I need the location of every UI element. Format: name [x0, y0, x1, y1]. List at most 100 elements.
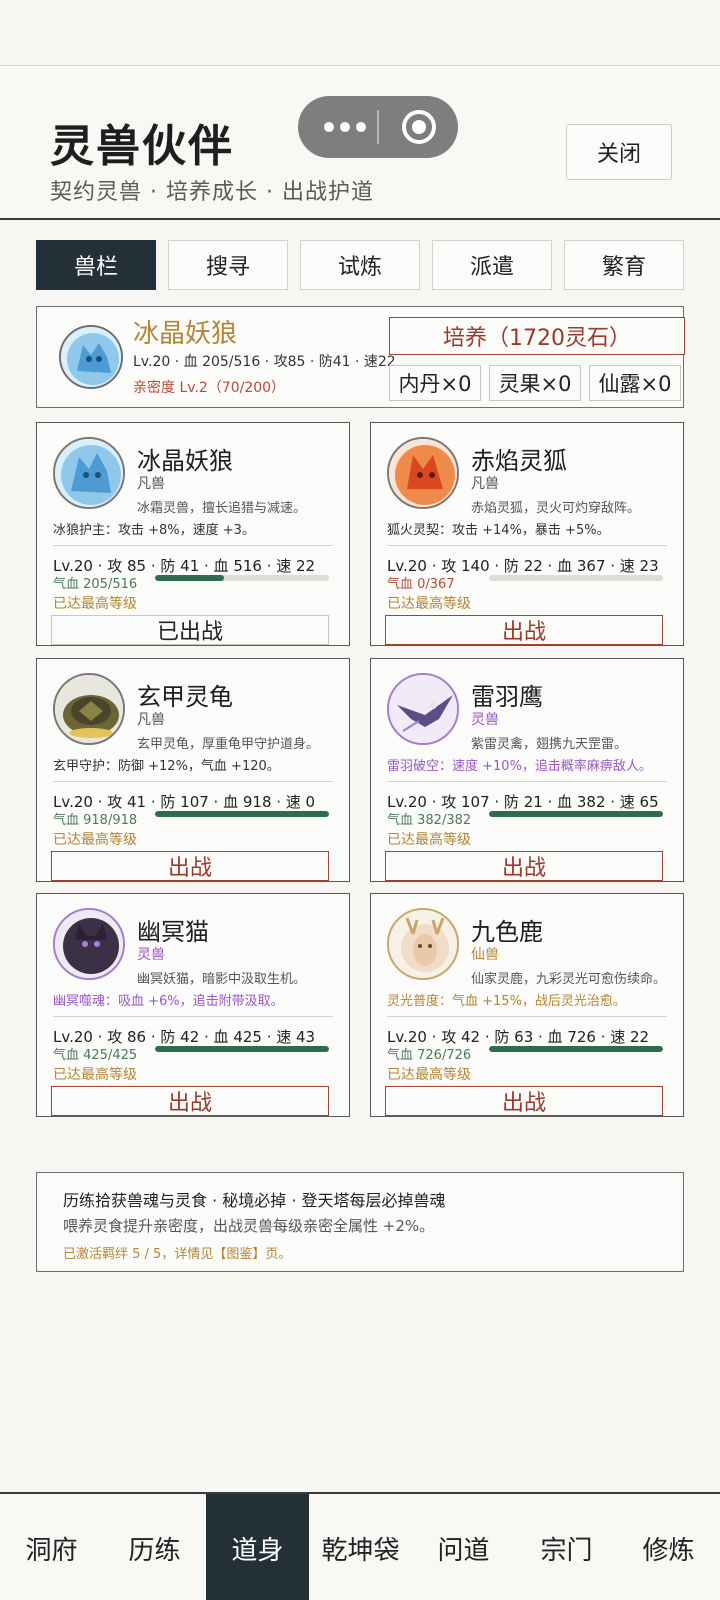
- close-button[interactable]: 关闭: [566, 124, 672, 180]
- notice-bond-info: 已激活羁绊 5 / 5，详情见【图鉴】页。: [63, 1247, 292, 1262]
- notice-feed-info: 喂养灵食提升亲密度，出战灵兽每级亲密全属性 +2%。: [63, 1217, 435, 1235]
- deploy-button[interactable]: 出战: [51, 1086, 329, 1116]
- pet-skill: 灵光普度：气血 +15%，战后灵光治愈。: [387, 994, 626, 1009]
- pet-card[interactable]: 幽冥猫 灵兽 幽冥妖猫，暗影中汲取生机。 幽冥噬魂：吸血 +6%，追击附带汲取。 Lv.…: [36, 893, 350, 1117]
- close-miniprogram-icon[interactable]: [402, 110, 436, 144]
- pet-description: 紫雷灵禽，翅携九天罡雷。: [471, 737, 628, 752]
- pet-rank: 灵兽: [471, 712, 499, 728]
- hp-bar: [489, 811, 663, 817]
- hp-bar-fill: [155, 811, 329, 817]
- card-divider: [387, 1016, 667, 1017]
- pet-card[interactable]: 玄甲灵龟 凡兽玄甲灵龟，厚重龟甲守护道身。玄甲守护：防御 +12%，气血 +120…: [36, 658, 350, 882]
- pet-name: 玄甲灵龟: [137, 683, 233, 711]
- pet-skill: 雷羽破空：速度 +10%，追击概率麻痹敌人。: [387, 759, 652, 774]
- deploy-button[interactable]: 出战: [51, 851, 329, 881]
- capsule-divider: [377, 110, 379, 144]
- summary-affinity: 亲密度 Lv.2（70/200）: [133, 380, 286, 396]
- pet-skill: 玄甲守护：防御 +12%，气血 +120。: [53, 759, 280, 774]
- pet-hp: 气血 205/516: [53, 577, 138, 592]
- hp-bar-fill: [155, 575, 225, 581]
- pet-description: 玄甲灵龟，厚重龟甲守护道身。: [137, 737, 320, 752]
- hp-bar: [155, 1046, 329, 1052]
- bottom-nav: 洞府 历练 道身 乾坤袋 问道 宗门 修炼: [0, 1492, 720, 1600]
- pet-card[interactable]: 冰晶妖狼 凡兽 冰霜灵兽，擅长追猎与减速。 冰狼护主：攻击 +8%，速度 +3。 Lv.…: [36, 422, 350, 646]
- page-subtitle: 契约灵兽 · 培养成长 · 出战护道: [50, 180, 374, 205]
- pet-card[interactable]: 赤焰灵狐 凡兽 赤焰灵狐，灵火可灼穿敌阵。 狐火灵契：攻击 +14%，暴击 +5%。 L…: [370, 422, 684, 646]
- train-button[interactable]: 培养（1720灵石）: [389, 317, 685, 355]
- pet-description: 冰霜灵兽，擅长追猎与减速。: [137, 501, 307, 516]
- tab-trial[interactable]: 试炼: [300, 240, 420, 290]
- max-level-label: 已达最高等级: [53, 832, 137, 848]
- tab-search[interactable]: 搜寻: [168, 240, 288, 290]
- pet-card[interactable]: 九色鹿 仙兽 仙家灵鹿，九彩灵光可愈伤续命。 灵光普度：气血 +15%，战后灵光治愈。…: [370, 893, 684, 1117]
- pet-rank: 凡兽: [137, 476, 165, 492]
- nav-cultivate[interactable]: 修炼: [617, 1494, 720, 1600]
- hp-bar-fill: [489, 811, 663, 817]
- hp-bar-fill: [155, 1046, 329, 1052]
- turtle-icon: [53, 673, 125, 745]
- hp-bar: [155, 575, 329, 581]
- nav-training[interactable]: 历练: [103, 1494, 206, 1600]
- tab-dispatch[interactable]: 派遣: [432, 240, 552, 290]
- pet-description: 幽冥妖猫，暗影中汲取生机。: [137, 972, 307, 987]
- pet-hp: 气血 918/918: [53, 813, 138, 828]
- pet-rank: 凡兽: [137, 712, 165, 728]
- pet-hp: 气血 0/367: [387, 577, 455, 592]
- active-pet-summary: 冰晶妖狼 Lv.20 · 血 205/516 · 攻85 · 防41 · 速22…: [36, 306, 685, 408]
- pet-name: 雷羽鹰: [471, 683, 543, 711]
- deploy-button[interactable]: 出战: [385, 615, 663, 645]
- pet-hp: 气血 382/382: [387, 813, 472, 828]
- page-title: 灵兽伙伴: [50, 121, 234, 172]
- max-level-label: 已达最高等级: [387, 832, 471, 848]
- nav-wendao[interactable]: 问道: [412, 1494, 515, 1600]
- card-divider: [53, 781, 333, 782]
- pet-name: 冰晶妖狼: [137, 447, 233, 475]
- nav-sect[interactable]: 宗门: [515, 1494, 618, 1600]
- deploy-button[interactable]: 出战: [385, 851, 663, 881]
- eagle-icon: [387, 673, 459, 745]
- hp-bar: [489, 1046, 663, 1052]
- summary-pet-name: 冰晶妖狼: [133, 319, 238, 349]
- pet-skill: 狐火灵契：攻击 +14%，暴击 +5%。: [387, 523, 610, 538]
- pet-name: 九色鹿: [471, 918, 543, 946]
- deploy-button[interactable]: 出战: [385, 1086, 663, 1116]
- max-level-label: 已达最高等级: [53, 1067, 137, 1083]
- fox-icon: [387, 437, 459, 509]
- pet-name: 赤焰灵狐: [471, 447, 567, 475]
- pet-hp: 气血 425/425: [53, 1048, 138, 1063]
- pet-skill: 冰狼护主：攻击 +8%，速度 +3。: [53, 523, 255, 538]
- item-fruit-chip[interactable]: 灵果×0: [489, 365, 581, 401]
- info-notice: 历练拾获兽魂与灵食 · 秘境必掉 · 登天塔每层必掉兽魂 喂养灵食提升亲密度，出…: [36, 1172, 684, 1272]
- deployed-button[interactable]: 已出战: [51, 615, 329, 645]
- status-bar: [0, 0, 720, 66]
- tab-breed[interactable]: 繁育: [564, 240, 684, 290]
- card-divider: [53, 1016, 333, 1017]
- pet-description: 赤焰灵狐，灵火可灼穿敌阵。: [471, 501, 641, 516]
- pet-rank: 凡兽: [471, 476, 499, 492]
- summary-pet-stats: Lv.20 · 血 205/516 · 攻85 · 防41 · 速22: [133, 354, 396, 370]
- item-core-chip[interactable]: 内丹×0: [389, 365, 481, 401]
- hp-bar: [489, 575, 663, 581]
- wolf-icon: [59, 325, 123, 389]
- nav-cave[interactable]: 洞府: [0, 1494, 103, 1600]
- miniprogram-capsule: [298, 96, 458, 158]
- pet-card[interactable]: 雷羽鹰 灵兽 紫雷灵禽，翅携九天罡雷。 雷羽破空：速度 +10%，追击概率麻痹敌人。 L…: [370, 658, 684, 882]
- hp-bar: [155, 811, 329, 817]
- item-dew-chip[interactable]: 仙露×0: [589, 365, 681, 401]
- nav-daoshen[interactable]: 道身: [206, 1494, 309, 1600]
- page-header: 灵兽伙伴 契约灵兽 · 培养成长 · 出战护道 关闭: [0, 66, 720, 220]
- card-divider: [387, 781, 667, 782]
- max-level-label: 已达最高等级: [387, 596, 471, 612]
- tab-pen[interactable]: 兽栏: [36, 240, 156, 290]
- more-icon[interactable]: [320, 96, 370, 158]
- card-divider: [387, 545, 667, 546]
- pet-name: 幽冥猫: [137, 918, 209, 946]
- deer-icon: [387, 908, 459, 980]
- pet-rank: 仙兽: [471, 947, 499, 963]
- wolf-icon: [53, 437, 125, 509]
- max-level-label: 已达最高等级: [387, 1067, 471, 1083]
- tab-bar: 兽栏 搜寻 试炼 派遣 繁育: [36, 240, 684, 292]
- notice-drop-info: 历练拾获兽魂与灵食 · 秘境必掉 · 登天塔每层必掉兽魂: [63, 1191, 446, 1210]
- nav-bag[interactable]: 乾坤袋: [309, 1494, 412, 1600]
- max-level-label: 已达最高等级: [53, 596, 137, 612]
